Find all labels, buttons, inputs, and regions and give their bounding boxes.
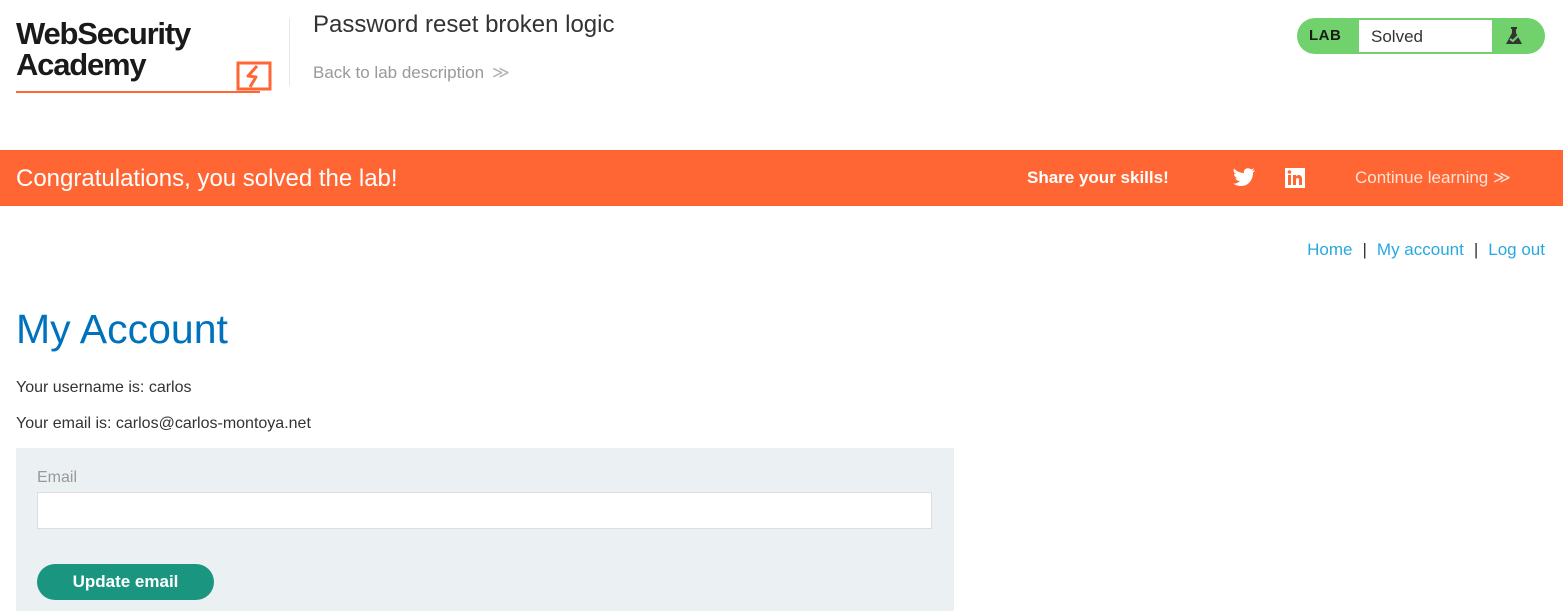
update-email-button[interactable]: Update email [37,564,214,600]
twitter-icon[interactable] [1232,167,1256,189]
status-box: Solved [1359,20,1492,52]
nav-separator: | [1362,240,1367,259]
email-input[interactable] [37,492,932,529]
flask-icon [1506,27,1522,44]
email-label: Email [37,469,78,486]
header-divider [289,18,290,86]
nav-home-link[interactable]: Home [1307,240,1352,260]
nav-separator: | [1473,240,1479,259]
lab-tag: LAB [1309,27,1342,44]
page-title: My Account [16,306,228,352]
logo-line-1: WebSecurity [16,16,191,51]
nav-log-out-link[interactable]: Log out [1488,240,1545,260]
nav-my-account-link[interactable]: My account [1377,240,1464,260]
header: WebSecurity Academy Password reset broke… [0,0,1563,150]
share-skills-label: Share your skills! [1027,168,1169,187]
congratulations-banner: Congratulations, you solved the lab! Sha… [0,150,1563,206]
username-text: Your username is: carlos [16,379,192,396]
banner-message: Congratulations, you solved the lab! [16,165,398,192]
lab-status-widget: LAB Solved [1297,18,1545,54]
back-link-label: Back to lab description [313,63,485,82]
web-security-academy-logo[interactable]: WebSecurity Academy [16,18,288,98]
change-email-form: Email Update email [16,448,954,611]
lab-status-text: Solved [1371,27,1423,46]
double-chevron-right-icon: ≫ [492,63,510,82]
linkedin-icon[interactable] [1284,167,1306,189]
logo-underline [16,91,260,93]
back-to-lab-description-link[interactable]: Back to lab description ≫ [313,63,510,83]
continue-learning-link[interactable]: Continue learning ≫ [1355,168,1511,188]
logo-lightning-icon [236,61,272,91]
email-text: Your email is: carlos@carlos-montoya.net [16,415,311,432]
top-nav: Home | My account | Log out [1307,240,1545,260]
lab-title: Password reset broken logic [313,11,615,38]
